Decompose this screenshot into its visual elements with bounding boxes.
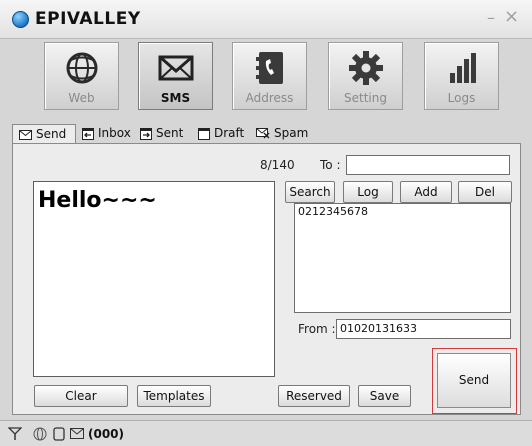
tab-sent[interactable]: Sent bbox=[140, 124, 183, 144]
tab-inbox[interactable]: Inbox bbox=[82, 124, 131, 144]
address-book-icon bbox=[256, 52, 283, 84]
save-button[interactable]: Save bbox=[358, 385, 411, 407]
to-label: To : bbox=[320, 158, 341, 172]
log-button[interactable]: Log bbox=[343, 181, 393, 203]
message-textarea[interactable]: Hello~~~ bbox=[33, 181, 275, 377]
draft-icon bbox=[198, 127, 210, 140]
del-button[interactable]: Del bbox=[458, 181, 512, 203]
close-button[interactable]: × bbox=[504, 6, 519, 27]
tab-draft[interactable]: Draft bbox=[198, 124, 244, 144]
tab-spam[interactable]: Spam bbox=[256, 124, 308, 144]
nav-logs-button[interactable]: Logs bbox=[424, 42, 499, 110]
tab-sent-label: Sent bbox=[156, 126, 184, 140]
character-counter: 8/140 bbox=[260, 158, 295, 172]
globe-icon bbox=[66, 52, 98, 84]
nav-logs-label: Logs bbox=[447, 91, 476, 105]
tab-spam-label: Spam bbox=[274, 126, 309, 140]
templates-button[interactable]: Templates bbox=[137, 385, 211, 407]
globe-icon bbox=[33, 427, 47, 441]
envelope-icon bbox=[19, 129, 32, 140]
nav-sms-label: SMS bbox=[160, 91, 191, 105]
recipient-list[interactable]: 0212345678 bbox=[294, 203, 511, 313]
tab-draft-label: Draft bbox=[214, 126, 245, 140]
nav-sms-button[interactable]: SMS bbox=[138, 42, 213, 110]
nav-web-button[interactable]: Web bbox=[44, 42, 119, 110]
title-bar: EPIVALLEY – × bbox=[0, 0, 532, 39]
bar-chart-icon bbox=[450, 53, 476, 83]
recipient-item[interactable]: 0212345678 bbox=[298, 205, 507, 218]
tab-send-label: Send bbox=[36, 127, 67, 141]
envelope-icon bbox=[158, 55, 194, 81]
nav-web-label: Web bbox=[68, 91, 95, 105]
spam-icon bbox=[256, 128, 270, 139]
send-button[interactable]: Send bbox=[437, 353, 511, 408]
status-bar: (000) bbox=[0, 420, 532, 446]
add-button[interactable]: Add bbox=[400, 181, 452, 203]
nav-address-button[interactable]: Address bbox=[232, 42, 307, 110]
to-input[interactable] bbox=[346, 155, 510, 175]
tab-inbox-label: Inbox bbox=[98, 126, 131, 140]
app-title: EPIVALLEY bbox=[35, 9, 141, 29]
inbox-icon bbox=[82, 127, 94, 140]
phone-icon bbox=[53, 427, 65, 441]
search-button[interactable]: Search bbox=[285, 181, 335, 203]
message-count: (000) bbox=[88, 427, 125, 441]
reserved-button[interactable]: Reserved bbox=[278, 385, 350, 407]
app-globe-icon bbox=[12, 11, 29, 28]
minimize-button[interactable]: – bbox=[487, 8, 495, 27]
signal-icon bbox=[8, 427, 22, 440]
clear-button[interactable]: Clear bbox=[34, 385, 128, 407]
gear-icon bbox=[349, 51, 383, 85]
app-window: EPIVALLEY – × Web SMS Address Setting Lo… bbox=[0, 0, 532, 446]
nav-setting-label: Setting bbox=[344, 91, 387, 105]
from-label: From : bbox=[298, 322, 336, 336]
envelope-icon bbox=[70, 428, 84, 439]
sent-icon bbox=[140, 127, 152, 140]
nav-address-label: Address bbox=[245, 91, 294, 105]
tab-send[interactable]: Send bbox=[12, 124, 76, 144]
from-input[interactable]: 01020131633 bbox=[336, 319, 511, 339]
nav-setting-button[interactable]: Setting bbox=[328, 42, 403, 110]
